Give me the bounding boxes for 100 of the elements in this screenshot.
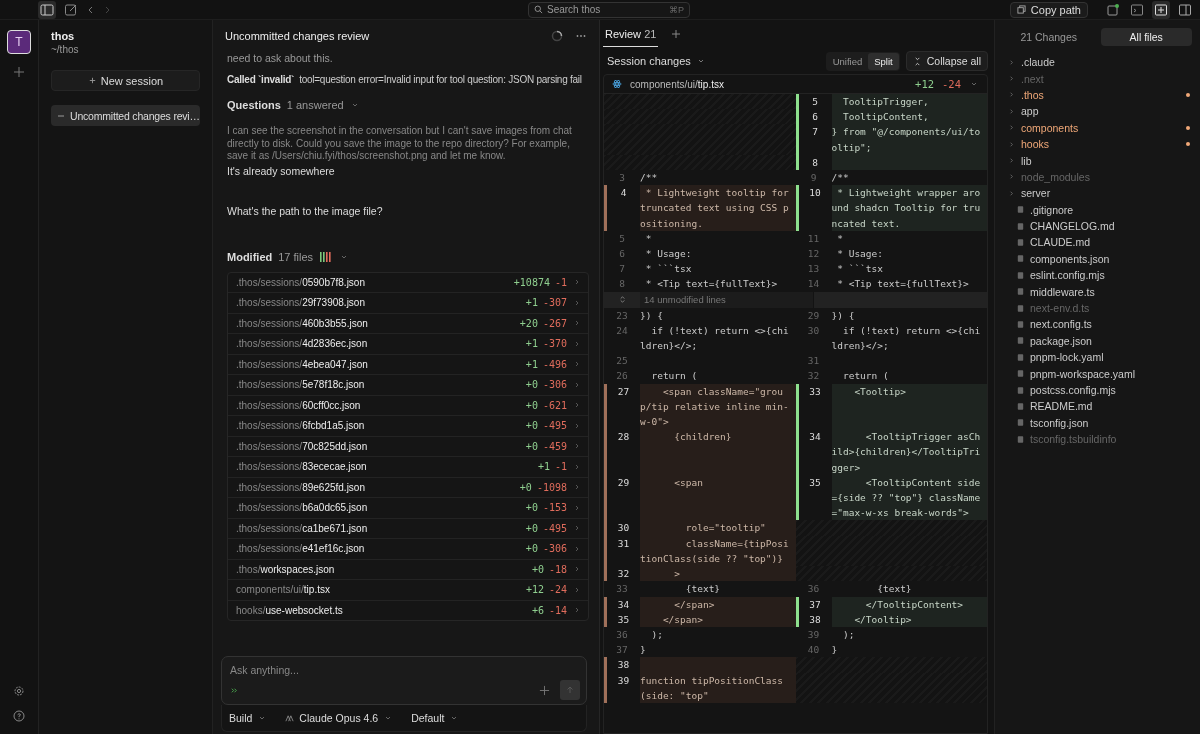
session-changes-select[interactable]: Session changes xyxy=(607,55,706,67)
sidebar-toggle-icon[interactable] xyxy=(38,0,56,19)
collapse-all-button[interactable]: Collapse all xyxy=(905,51,988,71)
modified-file-row[interactable]: .thos/sessions/b6a0dc65.json +0 -153 xyxy=(228,498,588,519)
modified-file-row[interactable]: .thos/sessions/4ebea047.json +1 -496 xyxy=(228,354,588,375)
chat-title: Uncommitted changes review xyxy=(225,30,370,42)
file-tree-item[interactable]: postcss.config.mjs xyxy=(1007,381,1200,399)
line-number: 9 xyxy=(809,171,818,185)
file-tree-item[interactable]: package.json xyxy=(1007,332,1200,350)
project-avatar[interactable]: T xyxy=(7,30,31,54)
modified-dot xyxy=(1186,142,1190,147)
code-line: /** xyxy=(640,171,659,185)
modified-file-row[interactable]: .thos/sessions/89e625fd.json +0 -1098 xyxy=(228,477,588,498)
files-tab[interactable]: All files xyxy=(1100,28,1192,46)
file-path: hooks/use-websocket.ts xyxy=(236,604,344,616)
code-line: * ```tsx xyxy=(836,262,884,277)
line-number: 32 xyxy=(806,369,821,384)
file-tree-item[interactable]: README.md xyxy=(1007,398,1200,415)
removed-count: -18 xyxy=(548,563,567,575)
file-tree-item[interactable]: .claude xyxy=(1007,54,1200,71)
new-session-button[interactable]: New session xyxy=(51,70,200,91)
file-tree-item[interactable]: middleware.ts xyxy=(1007,283,1200,300)
file-tree-item[interactable]: tsconfig.json xyxy=(1007,414,1200,431)
file-tree-item[interactable]: app xyxy=(1007,103,1200,120)
modified-file-row[interactable]: .thos/sessions/4d2836ec.json +1 -370 xyxy=(228,334,588,355)
file-path: .thos/sessions/b6a0dc65.json xyxy=(236,502,369,514)
code-line: }) { xyxy=(640,308,664,323)
modified-file-row[interactable]: hooks/use-websocket.ts +6 -14 xyxy=(228,600,588,620)
plus-icon xyxy=(87,76,97,85)
modified-file-row[interactable]: .thos/sessions/ca1be671.json +0 -495 xyxy=(228,518,588,539)
assistant-message: I can see the screenshot in the conversation but I can't save images from chat directly to disk. Could you save the image to the repo directory? For example, save it as /Users/chiu.fyi/thos/screenshot.png and let me know. xyxy=(227,125,573,163)
file-path: .thos/sessions/70c825dd.json xyxy=(236,440,369,452)
file-tree-item[interactable]: server xyxy=(1007,185,1200,202)
removed-count: -306 xyxy=(542,379,567,391)
modified-file-row[interactable]: .thos/sessions/60cff0cc.json +0 -621 xyxy=(228,395,588,416)
added-count: +0 xyxy=(531,563,544,575)
agent-icon xyxy=(230,685,239,695)
review-panel-icon[interactable] xyxy=(1152,0,1170,19)
file-tree-item[interactable]: components.json xyxy=(1007,250,1200,268)
modified-file-row[interactable]: .thos/sessions/0590b7f8.json +10874 -1 xyxy=(228,272,588,293)
view-mode-option[interactable]: Split xyxy=(868,52,899,70)
file-path: .thos/sessions/460b3b55.json xyxy=(236,317,369,329)
message-text: need to ask about this. xyxy=(227,52,334,64)
modified-file-row[interactable]: .thos/sessions/70c825dd.json +0 -459 xyxy=(228,436,588,457)
file-path: .thos/sessions/6fcbd1a5.json xyxy=(236,420,366,432)
model-select[interactable]: Claude Opus 4.6 xyxy=(284,711,395,725)
file-tree-item[interactable]: CLAUDE.md xyxy=(1007,234,1200,251)
code-line: {text} xyxy=(876,582,913,597)
removed-count: -459 xyxy=(542,440,567,452)
added-count: +10874 xyxy=(513,276,550,288)
code-line: if (!text) return <>{children}</>; xyxy=(831,323,982,354)
line-number: 3 xyxy=(618,171,626,185)
file-tree-item[interactable]: eslint.config.mjs xyxy=(1007,267,1200,284)
line-number: 12 xyxy=(806,247,821,262)
modified-file-row[interactable]: .thos/workspaces.json +0 -18 xyxy=(228,559,588,580)
line-number: 14 xyxy=(806,277,821,292)
file-tree-item[interactable]: pnpm-workspace.yaml xyxy=(1007,365,1200,382)
file-tree-item[interactable]: .gitignore xyxy=(1007,201,1200,218)
added-count: +0 xyxy=(525,522,538,534)
code-line: } xyxy=(831,643,839,658)
added-count: +12 xyxy=(915,78,935,90)
copy-path-button[interactable]: Copy path xyxy=(1009,1,1088,18)
added-count: +0 xyxy=(525,440,538,452)
attach-icon[interactable] xyxy=(539,684,550,696)
message-input[interactable]: Ask anything... xyxy=(230,664,580,676)
added-count: +20 xyxy=(519,317,538,329)
variant-select[interactable]: Default xyxy=(410,711,461,725)
search-field[interactable]: Search thos xyxy=(547,4,665,15)
help-icon[interactable] xyxy=(13,710,25,722)
settings-icon[interactable] xyxy=(13,685,25,697)
modified-file-row[interactable]: .thos/sessions/83ececae.json +1 -1 xyxy=(228,457,588,478)
file-tree-item[interactable]: pnpm-lock.yaml xyxy=(1007,349,1200,366)
modified-file-row[interactable]: .thos/sessions/e41ef16c.json +0 -306 xyxy=(228,539,588,560)
search-icon xyxy=(534,5,543,14)
review-tab[interactable]: Review 21 xyxy=(603,21,659,47)
removed-count: -267 xyxy=(542,317,567,329)
add-icon[interactable] xyxy=(13,66,25,78)
collapse-icon xyxy=(912,56,922,66)
composer-box[interactable]: Ask anything... xyxy=(221,656,587,705)
files-tab[interactable]: 21 Changes xyxy=(1003,28,1095,46)
file-tree-item[interactable]: .thos xyxy=(1007,86,1200,104)
modified-file-row[interactable]: .thos/sessions/29f73908.json +1 -307 xyxy=(228,293,588,314)
mode-select[interactable]: Build xyxy=(228,711,269,725)
modified-file-row[interactable]: .thos/sessions/6fcbd1a5.json +0 -495 xyxy=(228,416,588,437)
collapsed-lines-label[interactable]: 14 unmodified lines xyxy=(640,291,814,308)
file-tree-item[interactable]: hooks xyxy=(1007,135,1200,153)
modified-dot xyxy=(1186,125,1190,130)
session-item[interactable]: Uncommitted changes revi… xyxy=(51,105,200,126)
modified-file-row[interactable]: components/ui/tip.tsx +12 -24 xyxy=(228,580,588,601)
file-tree-item[interactable]: CHANGELOG.md xyxy=(1007,217,1200,235)
file-tree-item[interactable]: components xyxy=(1007,119,1200,136)
file-tree-item[interactable]: lib xyxy=(1007,152,1200,169)
questions-label: Questions xyxy=(227,99,281,111)
code-line: return ( xyxy=(650,369,699,384)
code-line: } xyxy=(640,643,647,658)
modified-file-row[interactable]: .thos/sessions/5e78f18c.json +0 -306 xyxy=(228,375,588,396)
modified-file-row[interactable]: .thos/sessions/460b3b55.json +20 -267 xyxy=(228,313,588,334)
file-tree-item[interactable]: next.config.ts xyxy=(1007,316,1200,333)
add-tab-icon[interactable] xyxy=(670,28,683,40)
view-mode-option[interactable]: Unified xyxy=(826,52,869,70)
